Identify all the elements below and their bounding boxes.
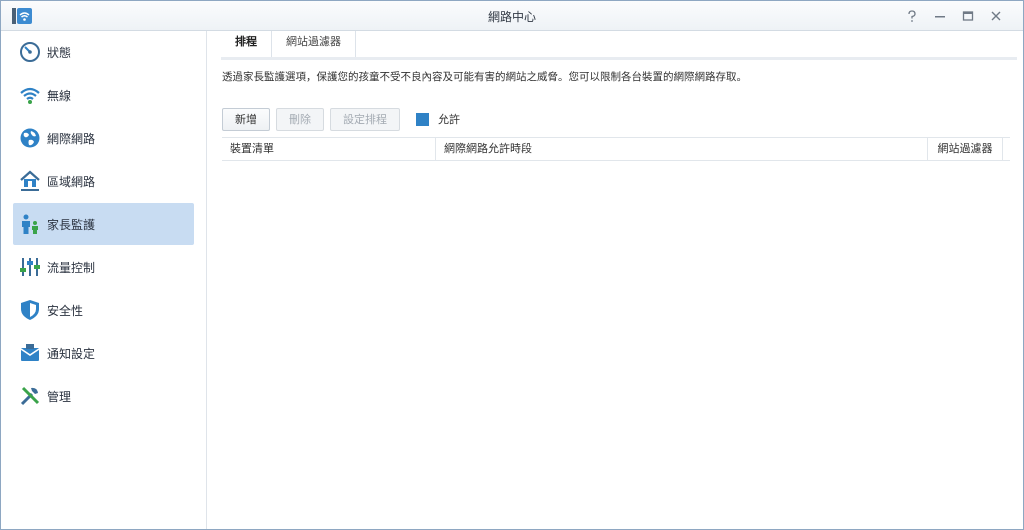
sidebar-item-status[interactable]: 狀態	[13, 31, 194, 73]
sidebar-item-label: 狀態	[47, 45, 72, 60]
sidebar-item-internet[interactable]: 網際網路	[13, 117, 194, 159]
tools-icon	[19, 385, 41, 407]
tab-bar: 排程 網站過濾器	[221, 31, 356, 57]
allowed-legend-label: 允許	[438, 113, 460, 126]
column-header-web-filter[interactable]: 網站過濾器	[928, 138, 1003, 160]
network-center-window: 網路中心 狀態 無線 網際網路 區域網路 家長監護 流量控制 安全性 通知設定 …	[0, 0, 1024, 530]
title-bar: 網路中心	[1, 1, 1023, 31]
parent-child-icon	[19, 213, 41, 235]
sidebar-item-management[interactable]: 管理	[13, 375, 194, 417]
sidebar-item-traffic-control[interactable]: 流量控制	[13, 246, 194, 288]
allowed-legend-swatch	[416, 112, 429, 126]
close-icon[interactable]	[983, 5, 1009, 27]
mail-icon	[19, 342, 41, 364]
sidebar-item-security[interactable]: 安全性	[13, 289, 194, 331]
sliders-icon	[19, 256, 41, 278]
window-title: 網路中心	[487, 10, 536, 24]
main-panel: 排程 網站過濾器 透過家長監護選項，保護您的孩童不受不良內容及可能有害的網站之威…	[208, 31, 1023, 529]
sidebar-item-label: 管理	[47, 389, 72, 404]
shield-icon	[19, 299, 41, 321]
tab-web-filter[interactable]: 網站過濾器	[272, 31, 356, 57]
wifi-icon	[19, 84, 41, 106]
help-icon[interactable]	[899, 5, 925, 27]
sidebar-item-label: 區域網路	[47, 174, 96, 189]
sidebar-item-label: 安全性	[47, 303, 84, 318]
set-schedule-button[interactable]: 設定排程	[330, 107, 400, 131]
minimize-icon[interactable]	[927, 5, 953, 27]
sidebar-item-label: 家長監護	[47, 217, 96, 232]
toolbar: 新增 刪除 設定排程 允許	[222, 107, 460, 131]
sidebar-item-wireless[interactable]: 無線	[13, 74, 194, 116]
add-button[interactable]: 新增	[222, 107, 270, 131]
gauge-icon	[19, 41, 41, 63]
sidebar-item-label: 網際網路	[47, 131, 96, 146]
tab-divider	[221, 57, 1017, 60]
globe-icon	[19, 127, 41, 149]
column-header-device-list[interactable]: 裝置清單	[222, 138, 436, 160]
sidebar-item-label: 流量控制	[47, 260, 96, 275]
table-header: 裝置清單 網際網路允許時段 網站過濾器	[222, 137, 1010, 161]
maximize-icon[interactable]	[955, 5, 981, 27]
sidebar-item-parental-control[interactable]: 家長監護	[13, 203, 194, 245]
description-text: 透過家長監護選項，保護您的孩童不受不良內容及可能有害的網站之威脅。您可以限制各台…	[222, 71, 747, 83]
column-header-allowed-time[interactable]: 網際網路允許時段	[436, 138, 928, 160]
tab-schedule[interactable]: 排程	[221, 31, 272, 57]
sidebar-item-label: 通知設定	[47, 346, 96, 361]
sidebar-item-local-network[interactable]: 區域網路	[13, 160, 194, 202]
sidebar-item-notification[interactable]: 通知設定	[13, 332, 194, 374]
home-network-icon	[19, 170, 41, 192]
sidebar: 狀態 無線 網際網路 區域網路 家長監護 流量控制 安全性 通知設定 管理	[1, 31, 207, 529]
sidebar-item-label: 無線	[47, 88, 72, 103]
device-table: 裝置清單 網際網路允許時段 網站過濾器	[222, 137, 1010, 161]
delete-button[interactable]: 刪除	[276, 107, 324, 131]
